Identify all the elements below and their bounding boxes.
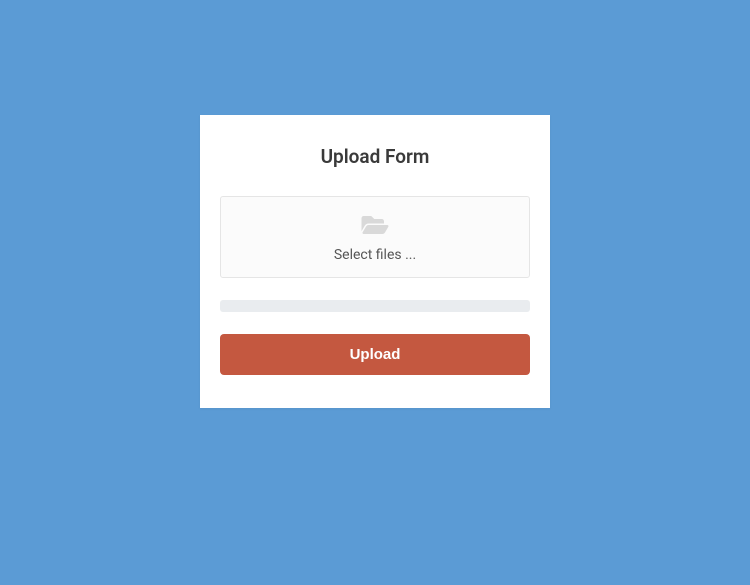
progress-bar	[220, 300, 530, 312]
upload-form-card: Upload Form Select files ... Upload	[200, 115, 550, 408]
upload-button[interactable]: Upload	[220, 334, 530, 375]
file-select-label: Select files ...	[221, 247, 529, 263]
form-title: Upload Form	[220, 145, 530, 168]
file-select-area[interactable]: Select files ...	[220, 196, 530, 278]
folder-open-icon	[221, 213, 529, 241]
